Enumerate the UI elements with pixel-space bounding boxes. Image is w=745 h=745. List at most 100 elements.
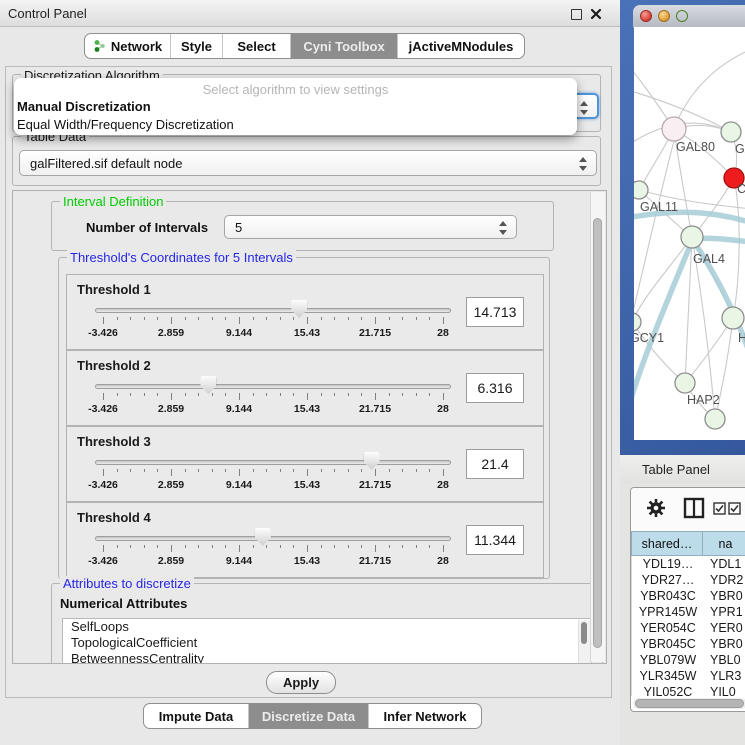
slider-thumb[interactable] [255,528,271,546]
cell-name: YIL0 [704,684,745,696]
network-node-label: GAL11 [640,200,678,214]
tab-style[interactable]: Style [171,34,223,58]
tab-network[interactable]: Network [85,34,171,58]
network-node-label: GA [735,142,745,156]
checkbox-icon[interactable] [713,502,727,515]
algorithm-option[interactable]: Manual Discretization [17,99,151,114]
slider-tick [144,317,145,320]
slider-tick [293,545,294,548]
slider-tick [171,317,172,324]
table-data-combobox[interactable]: galFiltered.sif default node [19,150,597,176]
table-row[interactable]: YER054CYER0 [632,620,745,636]
network-node-gal4[interactable] [681,226,703,248]
slider-tick [130,317,131,320]
mac-minimize-light-icon[interactable] [658,10,670,22]
slider-tick-label: -3.426 [71,327,135,339]
threshold-label: Threshold 3 [77,434,151,449]
network-node-gal11[interactable] [634,181,648,199]
slider-tick-label: 28 [411,403,475,415]
slider-tick [266,545,267,548]
threshold-row: Threshold 1-3.4262.8599.14415.4321.71528… [66,274,544,350]
slider-track[interactable] [95,308,451,313]
threshold-value-field[interactable]: 21.4 [466,449,524,479]
mac-zoom-light-icon[interactable] [676,10,688,22]
slider-tick [280,317,281,320]
slider-tick [253,469,254,472]
attributes-list-scrollbar[interactable] [578,620,590,664]
column-header-name[interactable]: na [703,531,745,556]
network-node-hap2[interactable] [675,373,695,393]
table-row[interactable]: YPR145WYPR1 [632,604,745,620]
tab-impute-data[interactable]: Impute Data [144,704,249,728]
slider-tick [280,469,281,472]
network-window-titlebar[interactable] [633,5,745,28]
table-row[interactable]: YDR27…YDR2 [632,572,745,588]
table-row[interactable]: YBL079WYBL0 [632,652,745,668]
slider-track[interactable] [95,460,451,465]
slider-track[interactable] [95,536,451,541]
slider-tick-label: -3.426 [71,403,135,415]
columns-icon[interactable] [683,497,705,519]
slider-thumb[interactable] [200,376,216,394]
table-data-group: Table Data galFiltered.sif default node [12,136,601,186]
slider-tick [416,393,417,396]
float-window-icon[interactable] [571,9,582,20]
slider-tick [429,545,430,548]
table-row[interactable]: YBR045CYBR0 [632,636,745,652]
slider-tick [157,469,158,472]
attribute-list-item[interactable]: BetweennessCentrality [63,651,591,664]
threshold-value-field[interactable]: 6.316 [466,373,524,403]
threshold-value-field[interactable]: 14.713 [466,297,524,327]
slider-tick-label: 2.859 [139,479,203,491]
slider-thumb[interactable] [364,452,380,470]
slider-thumb[interactable] [291,300,307,318]
gear-icon[interactable] [645,497,667,519]
table-panel-titlebar: Table Panel [620,455,745,483]
table-data-value: galFiltered.sif default node [30,156,182,171]
network-node-gcy1[interactable] [634,313,641,331]
tab-select[interactable]: Select [223,34,291,58]
network-node-h[interactable] [722,307,744,329]
algorithm-option[interactable]: Equal Width/Frequency Discretization [17,117,234,132]
column-header-shared-name[interactable]: shared… [631,531,703,556]
mac-close-light-icon[interactable] [640,10,652,22]
threshold-value-field[interactable]: 11.344 [466,525,524,555]
slider-tick [443,393,444,400]
network-node-ga[interactable] [721,122,741,142]
checkbox-icon[interactable] [728,502,742,515]
tab-discretize-data[interactable]: Discretize Data [249,704,369,728]
settings-vertical-scrollbar[interactable] [590,192,605,662]
table-row[interactable]: YIL052CYIL0 [632,684,745,696]
slider-track[interactable] [95,384,451,389]
table-row[interactable]: YLR345WYLR3 [632,668,745,684]
tab-cyni-toolbox[interactable]: Cyni Toolbox [291,34,398,58]
attribute-list-item[interactable]: TopologicalCoefficient [63,635,591,651]
slider-tick [321,393,322,396]
network-node-label: HAP2 [687,393,720,407]
tab-label: Select [237,39,275,54]
slider-tick [402,317,403,320]
slider-tick [157,317,158,320]
table-row[interactable]: YDL19…YDL1 [632,556,745,572]
close-icon[interactable] [590,8,602,20]
network-node-gal80[interactable] [662,117,686,141]
slider-tick [130,545,131,548]
slider-tick [117,317,118,320]
numerical-attributes-list[interactable]: SelfLoopsTopologicalCoefficientBetweenne… [62,618,592,664]
network-canvas[interactable]: GAL80GACGAL11GAL4GCY1HHAP2 [634,27,745,440]
apply-button[interactable]: Apply [266,671,336,694]
table-horizontal-scrollbar[interactable] [633,698,745,709]
network-node[interactable] [705,409,725,429]
number-of-intervals-combobox[interactable]: 5 [224,215,517,239]
slider-tick-label: -3.426 [71,555,135,567]
slider-tick [212,393,213,396]
tab-jactivemnodules[interactable]: jActiveMNodules [398,34,524,58]
table-row[interactable]: YBR043CYBR0 [632,588,745,604]
network-graph-icon [93,39,106,53]
cell-shared-name: YIL052C [632,684,704,696]
attribute-list-item[interactable]: SelfLoops [63,619,591,635]
slider-tick [171,393,172,400]
tab-infer-network[interactable]: Infer Network [369,704,481,728]
cell-shared-name: YBR045C [632,636,704,652]
table-header-row: shared… na [631,531,745,556]
